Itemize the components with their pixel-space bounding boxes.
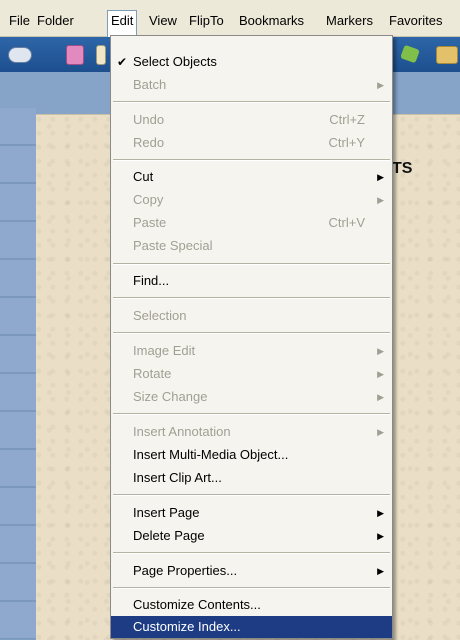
menu-bar: File Folder Edit View FlipTo Bookmarks M… <box>0 0 460 37</box>
menu-item-undo[interactable]: Undo Ctrl+Z <box>111 109 392 131</box>
menu-item-select-objects[interactable]: ✔ Select Objects <box>111 51 392 73</box>
pink-marker-icon[interactable] <box>66 45 84 65</box>
menu-item-label: Undo <box>133 112 165 127</box>
menu-edit[interactable]: Edit <box>107 10 138 37</box>
submenu-arrow-icon: ▶ <box>377 508 384 518</box>
submenu-arrow-icon: ▶ <box>377 172 384 182</box>
toggle-icon[interactable] <box>8 47 32 63</box>
menu-item-label: Paste Special <box>133 238 213 253</box>
menu-item-paste[interactable]: Paste Ctrl+V <box>111 212 392 234</box>
page-heading: TS <box>392 160 413 177</box>
menu-separator <box>113 552 390 554</box>
menu-item-insert-page[interactable]: Insert Page ▶ <box>111 502 392 524</box>
menu-item-copy[interactable]: Copy ▶ <box>111 189 392 211</box>
submenu-arrow-icon: ▶ <box>377 392 384 402</box>
menu-separator <box>113 494 390 496</box>
submenu-arrow-icon: ▶ <box>377 531 384 541</box>
menu-item-label: Customize Contents... <box>133 597 261 612</box>
menu-item-label: Insert Page <box>133 505 200 520</box>
menu-item-redo[interactable]: Redo Ctrl+Y <box>111 132 392 154</box>
menu-item-label: Image Edit <box>133 343 196 358</box>
menu-item-label: Batch <box>133 77 167 92</box>
menu-item-label: Paste <box>133 215 167 230</box>
menu-item-selection[interactable]: Selection <box>111 305 392 327</box>
menu-separator <box>113 159 390 161</box>
menu-item-page-properties[interactable]: Page Properties... ▶ <box>111 560 392 582</box>
menu-item-batch[interactable]: Batch ▶ <box>111 74 392 96</box>
menu-file[interactable]: File <box>6 11 33 31</box>
menu-item-size-change[interactable]: Size Change ▶ <box>111 386 392 408</box>
page-icon[interactable] <box>96 45 106 65</box>
menu-folder[interactable]: Folder <box>34 11 77 31</box>
shortcut-label: Ctrl+Y <box>328 135 365 150</box>
menu-bookmarks[interactable]: Bookmarks <box>236 11 307 31</box>
submenu-arrow-icon: ▶ <box>377 195 384 205</box>
menu-item-paste-special[interactable]: Paste Special <box>111 235 392 257</box>
menu-item-label: Insert Clip Art... <box>133 470 222 485</box>
submenu-arrow-icon: ▶ <box>377 369 384 379</box>
menu-item-label: Insert Multi-Media Object... <box>133 447 289 462</box>
menu-item-label: Copy <box>133 192 164 207</box>
edit-menu: ✔ Select Objects Batch ▶ Undo Ctrl+Z Red… <box>110 35 393 639</box>
menu-separator <box>113 101 390 103</box>
menu-item-insert-annotation[interactable]: Insert Annotation ▶ <box>111 421 392 443</box>
menu-item-label: Cut <box>133 169 154 184</box>
menu-item-rotate[interactable]: Rotate ▶ <box>111 363 392 385</box>
menu-item-customize-contents[interactable]: Customize Contents... <box>111 594 392 616</box>
flag-icon[interactable] <box>400 44 420 64</box>
menu-item-customize-index[interactable]: Customize Index... <box>111 616 392 638</box>
menu-item-label: Select Objects <box>133 54 217 69</box>
menu-flipto[interactable]: FlipTo <box>186 11 227 31</box>
shortcut-label: Ctrl+V <box>328 215 365 230</box>
menu-separator <box>113 263 390 265</box>
photo-icon[interactable] <box>436 46 458 64</box>
menu-item-insert-clip-art[interactable]: Insert Clip Art... <box>111 467 392 489</box>
menu-item-label: Insert Annotation <box>133 424 231 439</box>
submenu-arrow-icon: ▶ <box>377 427 384 437</box>
menu-separator <box>113 587 390 589</box>
menu-item-label: Size Change <box>133 389 208 404</box>
menu-favorites[interactable]: Favorites <box>386 11 445 31</box>
menu-item-insert-multimedia[interactable]: Insert Multi-Media Object... <box>111 444 392 466</box>
menu-item-image-edit[interactable]: Image Edit ▶ <box>111 340 392 362</box>
menu-item-label: Page Properties... <box>133 563 238 578</box>
menu-item-label: Selection <box>133 308 187 323</box>
menu-item-label: Delete Page <box>133 528 205 543</box>
menu-markers[interactable]: Markers <box>323 11 376 31</box>
submenu-arrow-icon: ▶ <box>377 346 384 356</box>
submenu-arrow-icon: ▶ <box>377 80 384 90</box>
menu-item-find[interactable]: Find... <box>111 270 392 292</box>
menu-separator <box>113 413 390 415</box>
menu-item-cut[interactable]: Cut ▶ <box>111 166 392 188</box>
book-edge <box>0 108 36 639</box>
menu-item-label: Redo <box>133 135 165 150</box>
shortcut-label: Ctrl+Z <box>329 112 365 127</box>
menu-separator <box>113 332 390 334</box>
menu-item-label: Customize Index... <box>133 619 241 634</box>
checkmark-icon: ✔ <box>117 55 128 69</box>
menu-separator <box>113 297 390 299</box>
menu-item-label: Find... <box>133 273 170 288</box>
menu-item-label: Rotate <box>133 366 172 381</box>
submenu-arrow-icon: ▶ <box>377 566 384 576</box>
menu-view[interactable]: View <box>146 11 180 31</box>
menu-item-delete-page[interactable]: Delete Page ▶ <box>111 525 392 547</box>
